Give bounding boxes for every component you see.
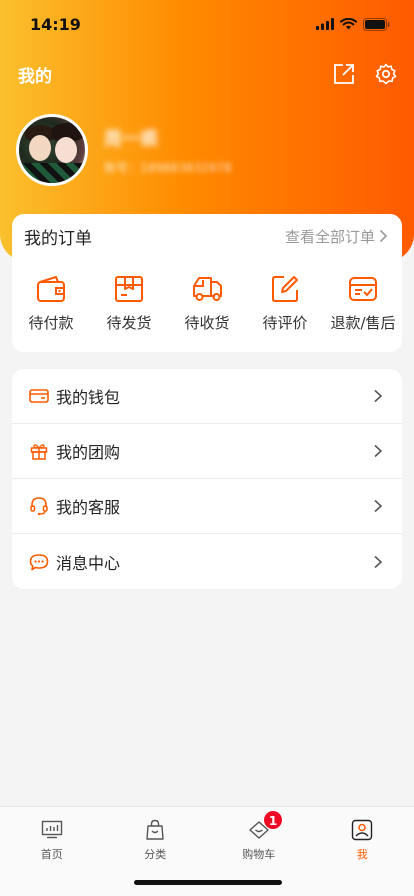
chevron-right-icon [374,555,383,568]
menu-item-customer-service[interactable]: 我的客服 [12,479,402,534]
menu-card: 我的钱包 我的团购 我的客服 消息中心 [12,369,402,589]
orders-title: 我的订单 [24,228,92,249]
wallet-icon [34,272,68,306]
gift-icon [28,440,50,462]
card-icon [28,385,50,407]
message-icon [28,551,50,573]
orders-card: 我的订单 查看全部订单 待付款 待发货 待收货 待评价 退款/售后 [12,214,402,352]
order-pending-receipt[interactable]: 待收货 [168,272,246,333]
tab-label: 分类 [144,848,167,861]
menu-label: 我的客服 [56,498,121,517]
user-icon [349,817,375,843]
chevron-right-icon [374,389,383,403]
view-all-orders-link[interactable]: 查看全部订单 [285,226,388,247]
tab-me[interactable]: 我 [311,807,414,896]
status-bar: 14:19 [0,0,414,48]
menu-item-messages[interactable]: 消息中心 [12,534,402,589]
order-refund[interactable]: 退款/售后 [324,272,402,333]
chevron-right-icon [374,499,383,513]
gear-icon [375,63,397,85]
menu-label: 我的钱包 [56,388,121,407]
order-label: 待评价 [262,314,308,332]
refund-icon [346,272,380,306]
signal-icon [316,18,334,30]
profile-name: 周一裘 [104,128,158,150]
order-label: 待付款 [28,314,74,332]
top-nav: 我的 [0,56,414,92]
chevron-right-icon [379,229,388,243]
order-label: 待收货 [184,314,230,332]
tab-home[interactable]: 首页 [0,807,104,896]
truck-icon [190,272,224,306]
profile-info: 周一裘 账号：189883832978 [104,125,232,176]
edit-icon [268,272,302,306]
page-title: 我的 [18,66,52,87]
profile-section[interactable]: 周一裘 账号：189883832978 [16,114,232,186]
wifi-icon [340,18,357,30]
menu-label: 我的团购 [56,443,121,462]
view-all-orders-label: 查看全部订单 [284,227,375,246]
order-label: 退款/售后 [330,314,396,332]
cart-badge: 1 [263,810,283,830]
home-icon [39,817,65,843]
settings-button[interactable] [374,62,398,86]
chevron-right-icon [374,444,383,458]
menu-item-wallet[interactable]: 我的钱包 [12,369,402,424]
box-icon [112,272,146,306]
menu-label: 消息中心 [56,553,121,573]
orders-header: 我的订单 查看全部订单 [12,214,402,258]
home-indicator [134,880,282,885]
avatar[interactable] [16,114,88,186]
nav-actions [332,62,398,86]
orders-grid: 待付款 待发货 待收货 待评价 退款/售后 [12,258,402,333]
bag-icon [142,817,168,843]
order-pending-review[interactable]: 待评价 [246,272,324,333]
tab-label: 我 [356,848,368,861]
status-time: 14:19 [30,14,81,34]
headset-icon [28,495,50,517]
order-pending-shipment[interactable]: 待发货 [90,272,168,333]
share-button[interactable] [332,62,356,86]
share-icon [334,64,354,84]
battery-icon [363,17,390,31]
tab-label: 购物车 [242,848,276,861]
menu-item-group-buy[interactable]: 我的团购 [12,424,402,479]
tab-label: 首页 [40,848,63,861]
status-icons [316,17,390,31]
order-pending-payment[interactable]: 待付款 [12,272,90,333]
profile-account: 账号：189883832978 [104,160,232,175]
order-label: 待发货 [106,314,152,332]
